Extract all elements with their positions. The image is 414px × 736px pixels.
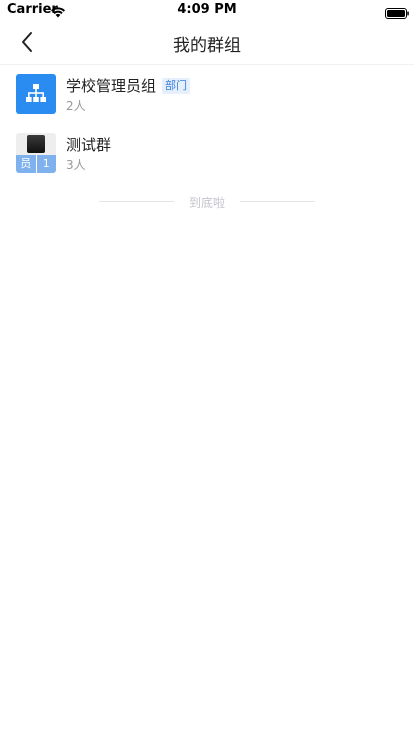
status-time: 4:09 PM [177, 2, 237, 17]
group-name-row: 学校管理员组 部门 [66, 75, 191, 96]
end-of-list-footer: 到底啦 [0, 193, 414, 211]
end-of-list-label: 到底啦 [188, 196, 225, 210]
org-chart-icon [26, 84, 46, 102]
member-count: 2人 [66, 99, 86, 113]
divider-line [240, 201, 315, 202]
group-list: 学校管理员组 部门 2人 员 1 测试群 3人 [0, 65, 414, 183]
department-tag: 部门 [162, 77, 191, 94]
page-title: 我的群组 [173, 36, 241, 56]
group-name: 测试群 [66, 136, 112, 154]
group-avatar [16, 74, 56, 114]
member-photo [27, 135, 45, 153]
member-avatar-strip: 员 1 [16, 155, 56, 173]
navigation-bar: 我的群组 [0, 20, 414, 65]
my-groups-screen: Carrier 4:09 PM 我的群组 学校管理员组 部门 2人 员 1 测试… [0, 0, 414, 736]
member-avatar-cell: 员 [16, 155, 36, 173]
battery-icon [385, 4, 409, 19]
member-avatar-cell: 1 [35, 155, 56, 173]
member-count: 3人 [66, 158, 86, 172]
group-name: 学校管理员组 [66, 77, 157, 95]
group-item-test[interactable]: 员 1 测试群 3人 [0, 124, 414, 183]
group-item-school-admins[interactable]: 学校管理员组 部门 2人 [0, 65, 414, 124]
group-avatar: 员 1 [16, 133, 56, 173]
group-name-row: 测试群 [66, 134, 111, 155]
status-bar: Carrier 4:09 PM [0, 0, 414, 20]
